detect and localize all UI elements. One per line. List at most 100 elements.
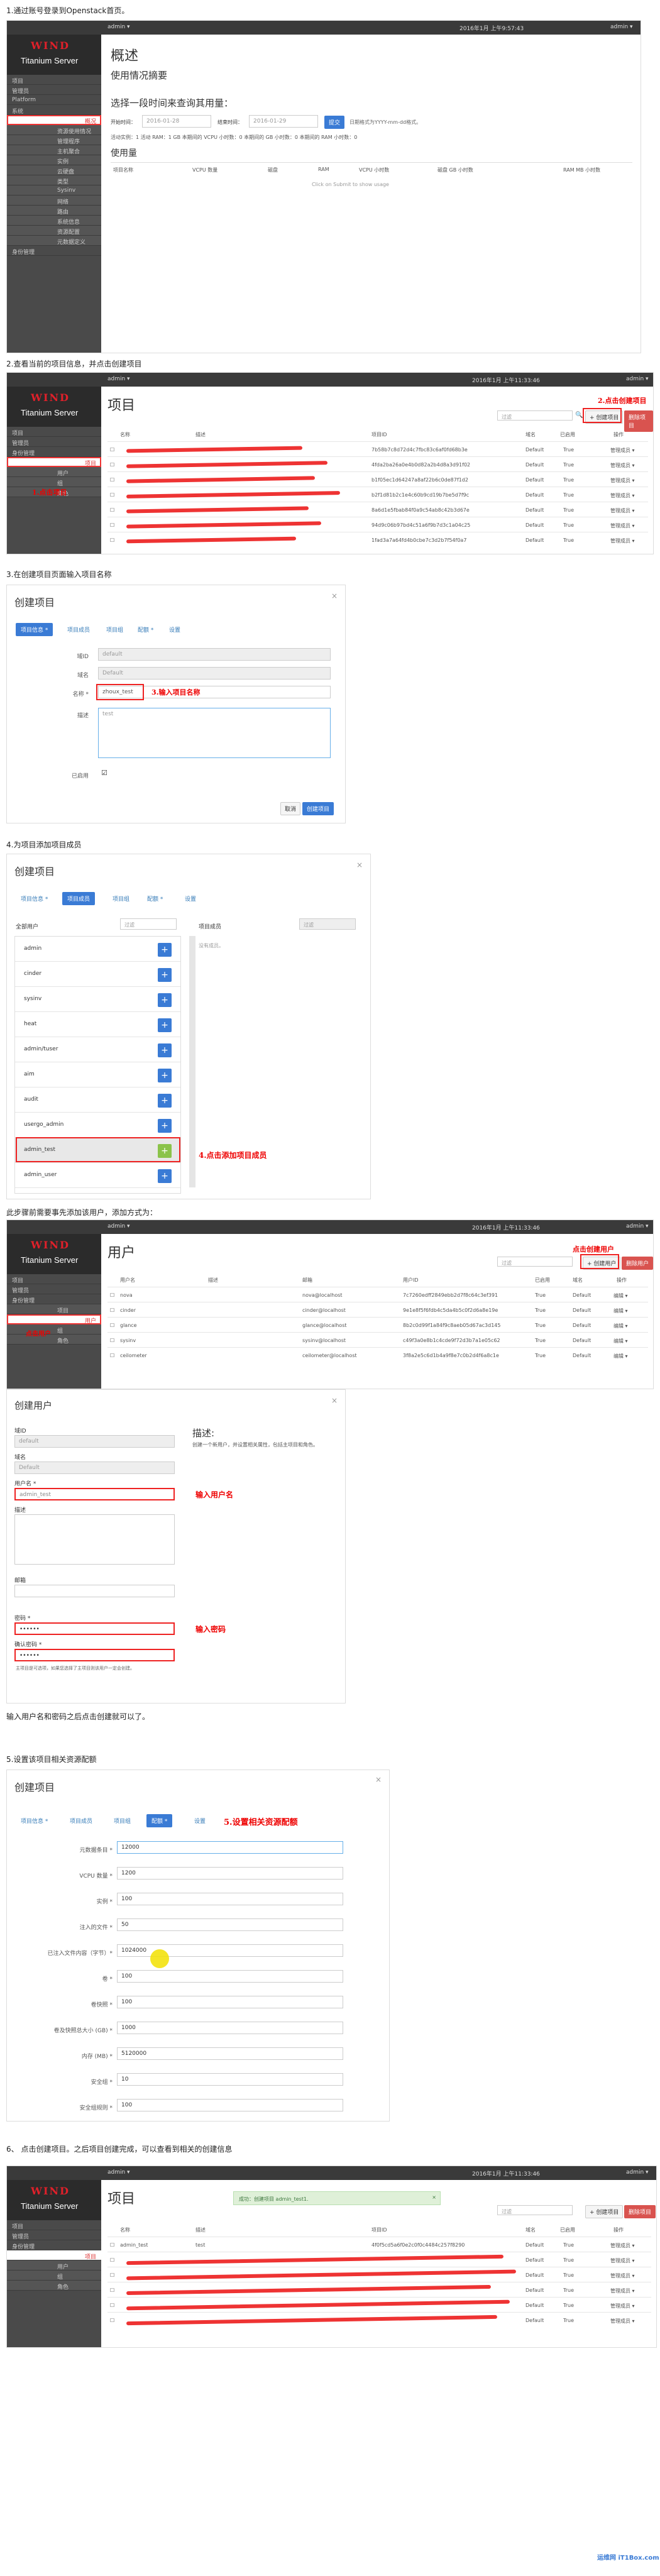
to-date-input[interactable]: 2016-01-29 — [249, 115, 318, 128]
close-icon[interactable]: × — [356, 861, 363, 869]
tab-settings[interactable]: 设置 — [189, 1814, 211, 1827]
description-textarea[interactable]: test — [98, 708, 331, 758]
sidebar-item-groups[interactable]: 组 — [7, 2271, 101, 2281]
sidebar-item-admin[interactable]: 管理员 — [7, 2230, 101, 2240]
quota-gigabytes[interactable]: 1000 — [117, 2022, 343, 2034]
project-dropdown[interactable]: admin ▾ — [107, 1223, 130, 1230]
filter-input[interactable]: 过滤 — [497, 410, 573, 421]
row-action[interactable]: 管理成员 ▾ — [610, 2257, 635, 2264]
add-member-button[interactable]: + — [158, 1069, 172, 1082]
sidebar-item-users[interactable]: 用户 — [7, 1314, 101, 1324]
add-member-button[interactable]: + — [158, 993, 172, 1007]
quota-ram[interactable]: 5120000 — [117, 2047, 343, 2060]
tab-groups[interactable]: 项目组 — [109, 1814, 136, 1827]
row-action[interactable]: 管理成员 ▾ — [610, 477, 635, 484]
sidebar-sub-9[interactable]: 系统信息 — [7, 216, 101, 226]
sidebar-sub-3[interactable]: 实例 — [7, 155, 101, 165]
enabled-checkbox[interactable]: ☑ — [101, 769, 107, 777]
row-action[interactable]: 编辑 ▾ — [613, 1292, 628, 1299]
add-member-button[interactable]: + — [158, 1169, 172, 1183]
sidebar-sub-0[interactable]: 资源使用情况 — [7, 125, 101, 135]
sidebar-item-platform[interactable]: Platform — [7, 95, 101, 105]
user-menu[interactable]: admin ▾ — [626, 1223, 649, 1230]
quota-metadata[interactable]: 12000 — [117, 1841, 343, 1854]
filter-input[interactable]: 过滤 — [497, 2205, 573, 2215]
sidebar-sub-11[interactable]: 元数据定义 — [7, 236, 101, 246]
password-input[interactable]: •••••• — [14, 1622, 175, 1635]
delete-user-button[interactable]: 删除用户 — [622, 1257, 653, 1270]
sidebar-item-project[interactable]: 项目 — [7, 1274, 101, 1284]
sidebar-item-overview[interactable]: 概况 — [7, 115, 101, 125]
tab-members[interactable]: 项目成员 — [62, 892, 96, 905]
users-filter[interactable]: 过滤 — [120, 918, 177, 930]
sidebar-item-system[interactable]: 系统 — [7, 105, 101, 115]
add-member-button[interactable]: + — [158, 1094, 172, 1108]
tab-project-info[interactable]: 项目信息 * — [16, 1814, 53, 1827]
row-action[interactable]: 管理成员 ▾ — [610, 447, 635, 454]
sidebar-sub-7[interactable]: 网络 — [7, 195, 101, 206]
confirm-password-input[interactable]: •••••• — [14, 1649, 175, 1661]
sidebar-item-identity[interactable]: 身份管理 — [7, 1294, 101, 1304]
row-action[interactable]: 编辑 ▾ — [613, 1353, 628, 1360]
tab-members[interactable]: 项目成员 — [62, 623, 95, 636]
sidebar-sub-5[interactable]: 类型 — [7, 175, 101, 185]
members-filter[interactable]: 过滤 — [299, 918, 356, 930]
add-member-button[interactable]: + — [158, 968, 172, 982]
sidebar-item-users[interactable]: 用户 — [7, 2260, 101, 2271]
close-icon[interactable]: × — [375, 1775, 382, 1784]
tab-quota[interactable]: 配额 * — [133, 623, 158, 636]
row-action[interactable]: 管理成员 ▾ — [610, 2272, 635, 2279]
row-action[interactable]: 管理成员 ▾ — [610, 522, 635, 529]
sidebar-item-roles[interactable]: 角色 — [7, 2281, 101, 2291]
row-action[interactable]: 管理成员 ▾ — [610, 2287, 635, 2294]
add-member-button[interactable]: + — [158, 1043, 172, 1057]
row-action[interactable]: 管理成员 ▾ — [610, 537, 635, 544]
quota-volumes[interactable]: 100 — [117, 1970, 343, 1983]
row-action[interactable]: 编辑 ▾ — [613, 1323, 628, 1329]
email-input[interactable] — [14, 1585, 175, 1597]
row-action[interactable]: 编辑 ▾ — [613, 1307, 628, 1314]
quota-instances[interactable]: 100 — [117, 1893, 343, 1905]
sidebar-item-identity[interactable]: 身份管理 — [7, 447, 101, 457]
row-action[interactable]: 管理成员 ▾ — [610, 2242, 635, 2249]
quota-vcpu[interactable]: 1200 — [117, 1867, 343, 1880]
create-project-button[interactable]: + 创建项目 — [585, 2205, 624, 2218]
sidebar-item-projects[interactable]: 项目 — [7, 2250, 101, 2260]
tab-groups[interactable]: 项目组 — [107, 892, 135, 905]
add-member-button[interactable]: + — [158, 943, 172, 957]
sidebar-item-projects[interactable]: 项目 — [7, 1304, 101, 1314]
user-menu[interactable]: admin ▾ — [626, 376, 649, 382]
filter-input[interactable]: 过滤 — [497, 1257, 573, 1267]
row-action[interactable]: 管理成员 ▾ — [610, 2303, 635, 2309]
sidebar-item-projects[interactable]: 项目 — [7, 457, 101, 467]
sidebar-item-admin[interactable]: 管理员 — [7, 85, 101, 95]
description-textarea[interactable] — [14, 1514, 175, 1565]
cancel-button[interactable]: 取消 — [280, 802, 301, 815]
quota-snapshots[interactable]: 100 — [117, 1996, 343, 2008]
sidebar-item-identity[interactable]: 身份管理 — [7, 2240, 101, 2250]
tab-groups[interactable]: 项目组 — [101, 623, 128, 636]
sidebar-item-identity[interactable]: 身份管理 — [7, 246, 101, 256]
tab-project-info[interactable]: 项目信息 * — [16, 892, 53, 905]
row-action[interactable]: 管理成员 ▾ — [610, 507, 635, 514]
user-menu[interactable]: admin ▾ — [610, 24, 633, 30]
from-date-input[interactable]: 2016-01-28 — [142, 115, 211, 128]
quota-injected-files[interactable]: 50 — [117, 1918, 343, 1931]
sidebar-item-roles[interactable]: 角色 — [7, 1335, 101, 1345]
sidebar-item-project[interactable]: 项目 — [7, 427, 101, 437]
row-action[interactable]: 管理成员 ▾ — [610, 492, 635, 499]
tab-quota[interactable]: 配额 * — [142, 892, 168, 905]
username-input[interactable]: admin_test — [14, 1488, 175, 1500]
project-dropdown[interactable]: admin ▾ — [107, 376, 130, 382]
project-dropdown[interactable]: admin ▾ — [107, 2169, 130, 2176]
sidebar-item-groups[interactable]: 组 — [7, 477, 101, 487]
search-icon[interactable]: 🔍 — [575, 412, 583, 419]
close-icon[interactable]: × — [432, 2194, 436, 2200]
sidebar-item-admin[interactable]: 管理员 — [7, 1284, 101, 1294]
tab-settings[interactable]: 设置 — [180, 892, 201, 905]
tab-members[interactable]: 项目成员 — [65, 1814, 97, 1827]
tab-quota[interactable]: 配额 * — [146, 1814, 173, 1827]
user-menu[interactable]: admin ▾ — [626, 2169, 649, 2176]
tab-settings[interactable]: 设置 — [164, 623, 185, 636]
row-action[interactable]: 管理成员 ▾ — [610, 2318, 635, 2325]
